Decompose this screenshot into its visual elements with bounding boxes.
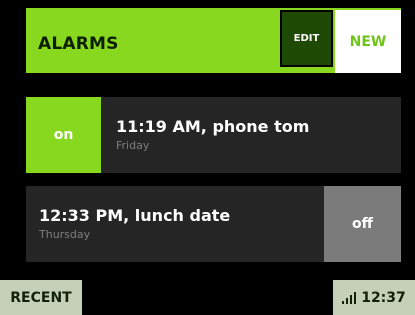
alarm-toggle-on[interactable]: on: [26, 97, 101, 173]
edit-button[interactable]: EDIT: [280, 10, 333, 67]
alarm-item[interactable]: 12:33 PM, lunch date Thursday off: [26, 186, 401, 262]
status-bar: 12:37: [333, 280, 415, 315]
signal-bars-icon: [342, 291, 357, 304]
recent-button[interactable]: RECENT: [0, 280, 82, 315]
alarm-title: 11:19 AM, phone tom: [116, 117, 310, 136]
alarm-day: Friday: [116, 139, 150, 152]
new-alarm-button[interactable]: NEW: [335, 10, 401, 73]
alarm-title: 12:33 PM, lunch date: [39, 206, 231, 225]
page-title: ALARMS: [38, 34, 119, 54]
clock: 12:37: [361, 289, 406, 306]
alarm-toggle-off[interactable]: off: [324, 186, 401, 262]
alarm-day: Thursday: [39, 228, 91, 241]
alarm-item[interactable]: on 11:19 AM, phone tom Friday: [26, 97, 401, 173]
